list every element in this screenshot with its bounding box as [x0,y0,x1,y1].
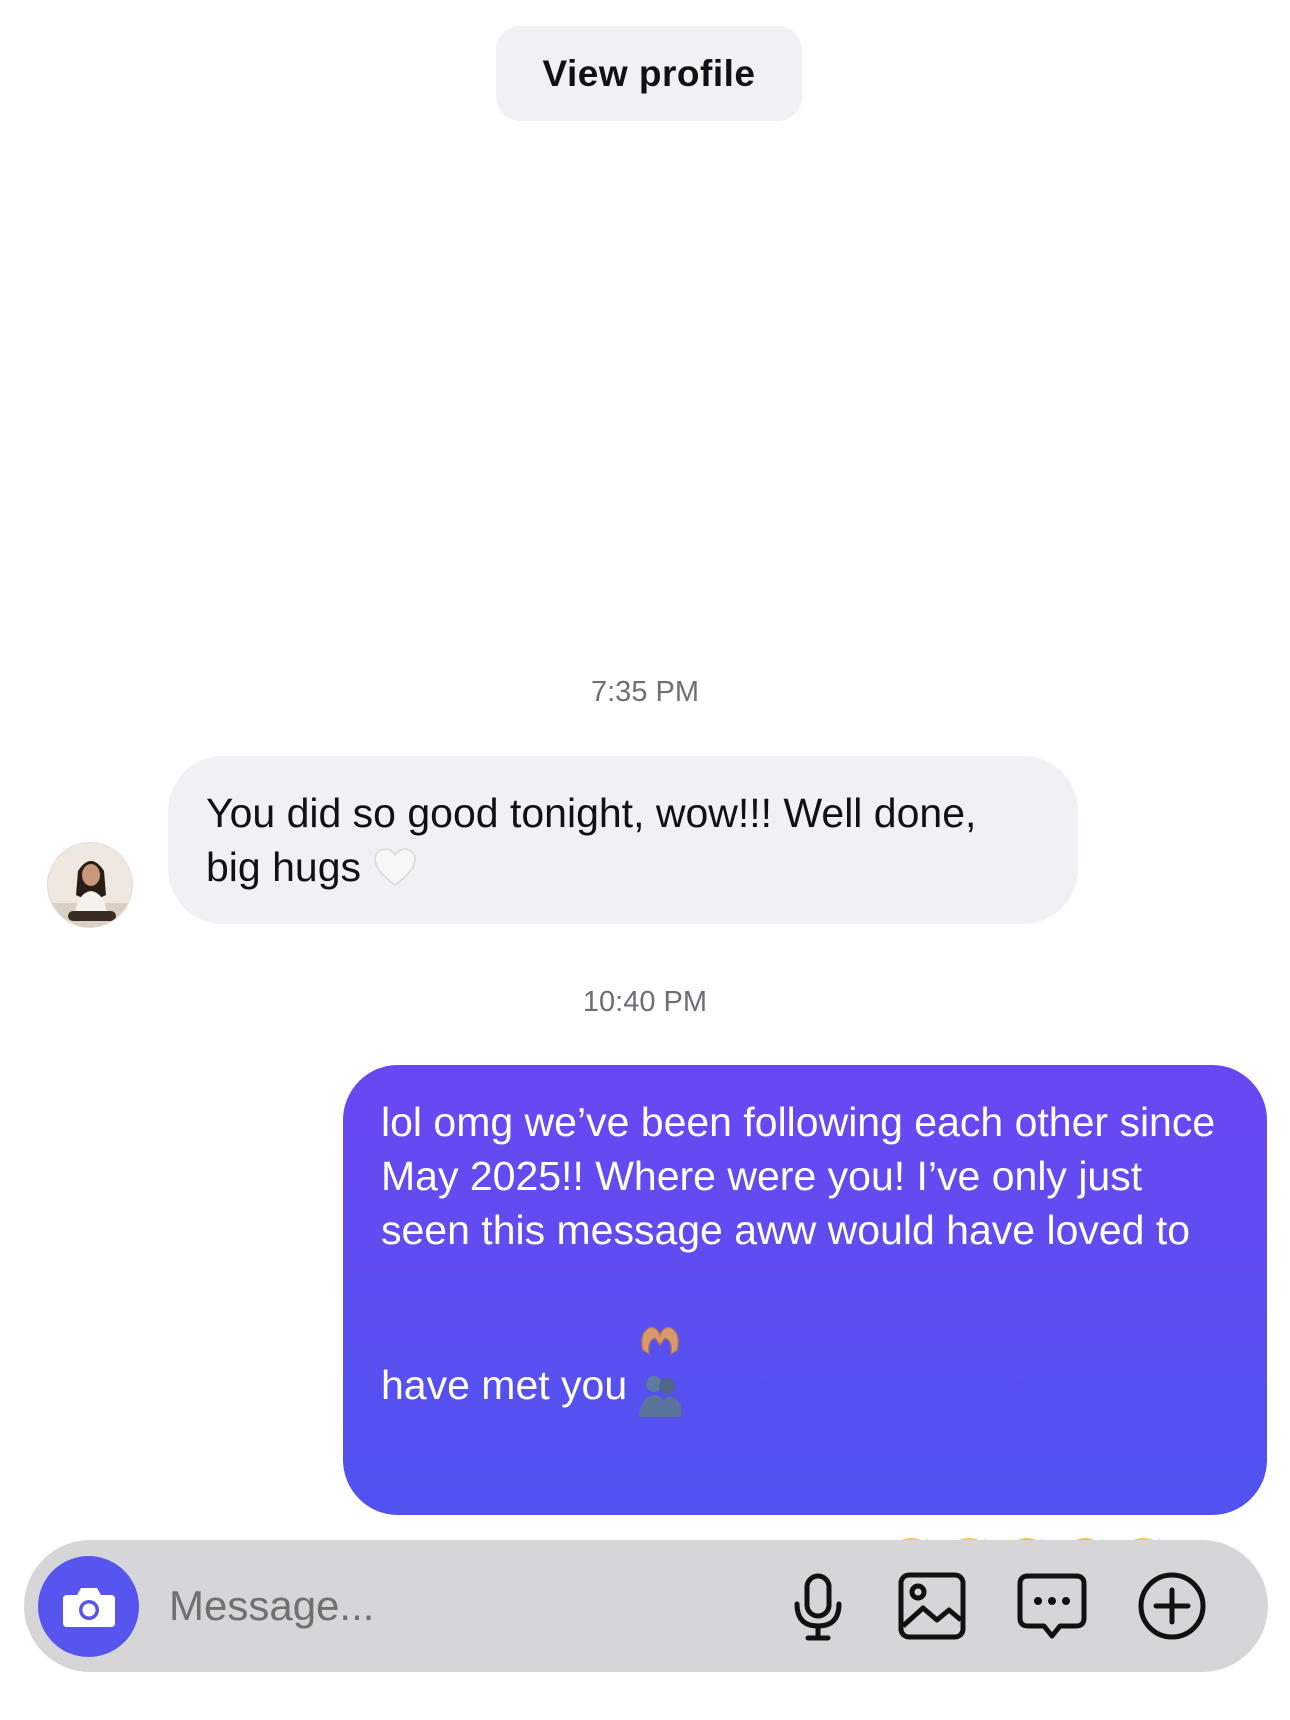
message-composer [24,1540,1268,1672]
chat-screen: View profile 7:35 PM You did so good ton… [0,0,1290,1720]
image-gallery-icon[interactable] [894,1568,970,1644]
incoming-message-text: You did so good tonight, wow!!! Well don… [206,790,977,890]
view-profile-button[interactable]: View profile [496,26,802,121]
add-circle-icon[interactable] [1134,1568,1210,1644]
camera-icon [62,1587,115,1627]
white-heart-icon [373,846,417,886]
message-timestamp: 10:40 PM [582,986,708,1018]
hugging-people-icon [635,1371,685,1421]
outgoing-message-bubble: lol omg we’ve been following each other … [343,1065,1267,1637]
message-input[interactable] [169,1578,669,1634]
message-timestamp: 7:35 PM [591,676,699,708]
heart-hands-icon [635,1316,685,1366]
camera-button[interactable] [38,1556,139,1657]
outgoing-message-paragraph: lol omg we’ve been following each other … [381,1099,1216,1409]
microphone-icon[interactable] [780,1568,856,1644]
incoming-message-bubble: You did so good tonight, wow!!! Well don… [168,756,1078,924]
sticker-chat-icon[interactable] [1014,1568,1090,1644]
avatar[interactable] [47,842,133,928]
